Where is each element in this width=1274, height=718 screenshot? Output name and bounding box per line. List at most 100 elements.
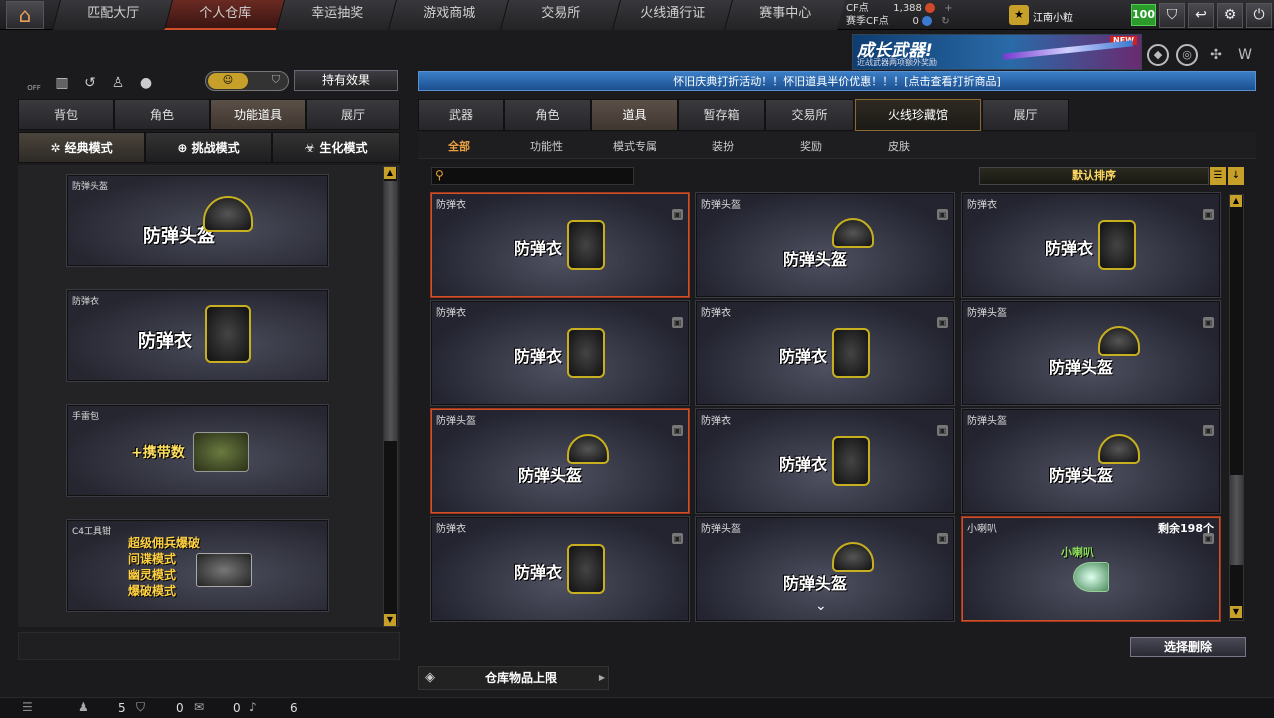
friends-icon[interactable]: ♟ (78, 700, 89, 714)
lock-icon: ▣ (672, 209, 683, 220)
left-scroll-thumb[interactable] (384, 181, 397, 441)
item-card[interactable]: 防弹头盔 ▣ 防弹头盔 (962, 301, 1220, 405)
refresh-icon[interactable]: ↻ (941, 16, 949, 27)
item-card[interactable]: 防弹头盔 ▣ 防弹头盔 (962, 409, 1220, 513)
item-label: 防弹头盔 (783, 250, 848, 269)
subtab-all[interactable]: 全部 (448, 138, 470, 154)
capacity-bar[interactable]: ◈ 仓库物品上限 ▶ (418, 666, 609, 690)
nav-tab-exchange[interactable]: 交易所 (499, 0, 622, 30)
lock-icon: ▣ (1203, 317, 1214, 328)
wing-icon[interactable]: W (1234, 44, 1256, 66)
layers-icon: ◈ (425, 670, 435, 685)
mode-tab-classic[interactable]: ✲ 经典模式 (18, 132, 145, 163)
right-tab-collection[interactable]: 火线珍藏馆 (855, 99, 981, 131)
equip-slot-helmet[interactable]: 防弹头盔 防弹头盔 (67, 175, 328, 266)
item-card[interactable]: 防弹头盔 ▣ 防弹头盔 ⌄ (696, 517, 954, 621)
scroll-up-icon[interactable]: ▲ (1230, 195, 1242, 207)
sort-direction-icon[interactable]: ↓ (1228, 167, 1244, 185)
item-card[interactable]: 小喇叭 剩余198个 ▣ 小喇叭 (962, 517, 1220, 621)
home-icon[interactable]: ⌂ (6, 1, 44, 29)
nav-tab-battle-pass[interactable]: 火线通行证 (611, 0, 734, 30)
chat-icon[interactable]: ✉ (194, 700, 204, 714)
item-card[interactable]: 防弹头盔 ▣ 防弹头盔 (696, 193, 954, 297)
right-scroll-thumb[interactable] (1230, 475, 1243, 565)
face-icon: ☺ (208, 73, 248, 89)
item-card[interactable]: 防弹头盔 ▣ 防弹头盔 (431, 409, 689, 513)
emblem-icon[interactable]: ◆ (1147, 44, 1169, 66)
nav-tab-events[interactable]: 赛事中心 (723, 0, 846, 30)
right-tab-storage[interactable]: 暂存箱 (678, 99, 765, 131)
equip-slot-c4-pliers[interactable]: C4工具钳 超级佣兵爆破 间谍模式 幽灵模式 爆破模式 (67, 520, 328, 611)
nav-tab-lucky-draw[interactable]: 幸运抽奖 (275, 0, 398, 30)
mode-tab-zombie[interactable]: ☣ 生化模式 (272, 132, 400, 163)
event-cf-value: 0 (912, 16, 919, 27)
item-card[interactable]: 防弹衣 ▣ 防弹衣 (431, 301, 689, 405)
cf-points-value: 1,388 (893, 3, 922, 14)
character-icon[interactable]: ♙ (106, 72, 130, 94)
mode-tab-challenge[interactable]: ⊕ 挑战模式 (145, 132, 272, 163)
item-grid: 防弹衣 ▣ 防弹衣 防弹头盔 ▣ 防弹头盔 防弹衣 ▣ 防弹衣 防弹衣 ▣ 防弹… (431, 193, 1226, 621)
power-icon[interactable]: ⏻ (1246, 3, 1272, 28)
equip-slot-vest[interactable]: 防弹衣 防弹衣 (67, 290, 328, 381)
subtab-functional[interactable]: 功能性 (530, 138, 563, 154)
growth-weapon-banner[interactable]: 成长武器! 近战武器两项额外奖励 NEW (852, 34, 1142, 70)
shield-status-icon[interactable]: ⛉ (136, 700, 145, 715)
view-toggle[interactable]: ☺ ⛉ (205, 71, 289, 91)
history-icon[interactable]: ↺ (78, 72, 102, 94)
right-tab-showroom[interactable]: 展厅 (982, 99, 1069, 131)
volume-icon[interactable]: ♪ (249, 700, 257, 714)
held-effect-button[interactable]: 持有效果 (294, 70, 398, 91)
nav-tab-game-mall[interactable]: 游戏商城 (387, 0, 510, 30)
tools-icon[interactable]: ✣ (1205, 44, 1227, 66)
search-icon: ⚲ (435, 168, 444, 182)
scroll-down-icon[interactable]: ▼ (384, 614, 396, 626)
item-card[interactable]: 防弹衣 ▣ 防弹衣 (696, 301, 954, 405)
vest-icon (1098, 220, 1136, 270)
sort-dropdown[interactable]: 默认排序 (979, 167, 1209, 185)
globe-icon[interactable]: ◎ (1176, 44, 1198, 66)
subtab-outfit[interactable]: 装扮 (712, 138, 734, 154)
select-delete-button[interactable]: 选择删除 (1130, 637, 1246, 657)
item-card[interactable]: 防弹衣 ▣ 防弹衣 (696, 409, 954, 513)
return-icon[interactable]: ↩ (1188, 3, 1214, 28)
subtab-mode-exclusive[interactable]: 模式专属 (613, 138, 657, 154)
left-tab-function-items[interactable]: 功能道具 (210, 99, 306, 130)
nav-tab-match-lobby[interactable]: 匹配大厅 (51, 0, 174, 30)
helmet-icon (567, 434, 609, 464)
vest-icon (832, 436, 870, 486)
subtab-rewards[interactable]: 奖励 (800, 138, 822, 154)
nav-tab-label: 游戏商城 (423, 6, 476, 21)
item-card[interactable]: 防弹衣 ▣ 防弹衣 (431, 517, 689, 621)
event-cf-label: 赛季CF点 (846, 16, 889, 27)
left-tab-showroom[interactable]: 展厅 (306, 99, 400, 130)
item-card[interactable]: 防弹衣 ▣ 防弹衣 (431, 193, 689, 297)
helmet-icon (1098, 434, 1140, 464)
left-tab-character[interactable]: 角色 (114, 99, 210, 130)
bag-icon[interactable]: ● (134, 72, 158, 94)
vest-icon (567, 544, 605, 594)
scroll-down-icon[interactable]: ▼ (1230, 606, 1242, 618)
right-tab-items[interactable]: 道具 (591, 99, 678, 131)
slot-item-label: 防弹衣 (138, 331, 192, 352)
right-tab-exchange[interactable]: 交易所 (765, 99, 854, 131)
menu-icon[interactable]: ☰ (22, 700, 33, 714)
right-tab-character[interactable]: 角色 (504, 99, 591, 131)
right-tab-weapons[interactable]: 武器 (418, 99, 504, 131)
stats-icon[interactable]: ▥ (50, 72, 74, 94)
equip-slot-grenade-pack[interactable]: 手雷包 +携带数 (67, 405, 328, 496)
gear-icon[interactable]: ⚙ (1217, 3, 1243, 28)
announcement-ribbon[interactable]: 怀旧庆典打折活动！！怀旧道具半价优惠！！！[点击查看打折商品] (418, 71, 1256, 91)
auto-off-icon[interactable]: OFF (22, 72, 46, 94)
list-view-icon[interactable]: ☰ (1210, 167, 1226, 185)
nav-tab-label: 匹配大厅 (87, 6, 140, 21)
search-input[interactable]: ⚲ (431, 167, 634, 185)
shield-icon[interactable]: ⛉ (1159, 3, 1185, 28)
scroll-up-icon[interactable]: ▲ (384, 167, 396, 179)
helmet-icon (203, 196, 253, 232)
left-tab-backpack[interactable]: 背包 (18, 99, 114, 130)
add-icon[interactable]: + (944, 3, 952, 14)
subtab-skins[interactable]: 皮肤 (888, 138, 910, 154)
chevron-down-icon[interactable]: ⌄ (815, 598, 827, 614)
nav-tab-personal-warehouse[interactable]: 个人仓库 (163, 0, 286, 30)
item-card[interactable]: 防弹衣 ▣ 防弹衣 (962, 193, 1220, 297)
